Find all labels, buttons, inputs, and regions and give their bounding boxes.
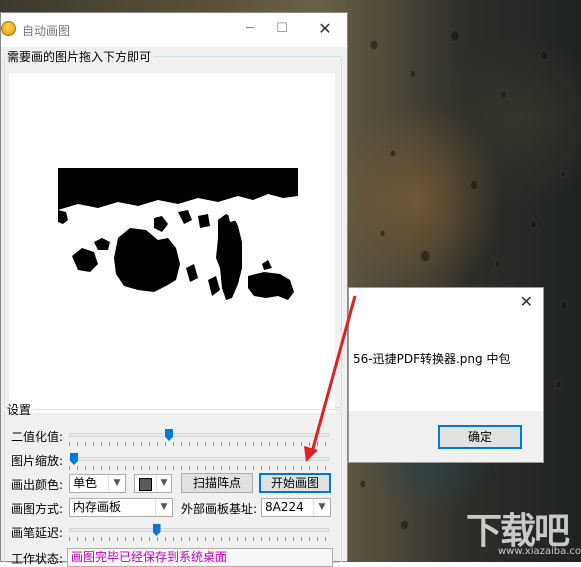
draw-mode-select[interactable]: 内存画板 ▼ [69,498,173,517]
color-picker[interactable]: ▼ [134,474,172,493]
color-swatch [139,478,152,491]
chevron-down-icon: ▼ [155,499,172,516]
delay-label: 画笔延迟: [11,526,64,540]
scan-points-button[interactable]: 扫描阵点 [181,473,253,493]
image-drop-group: 需要画的图片拖入下方即可 [4,48,342,413]
threshold-slider-ticks [69,442,329,446]
binarized-image-preview [58,168,298,308]
minimize-icon[interactable]: ─ [235,19,265,39]
app-icon [1,21,16,36]
threshold-label: 二值化值: [11,430,64,444]
ok-button[interactable]: 确定 [438,425,522,449]
color-mode-select[interactable]: 单色 ▼ [69,474,126,493]
delay-slider-thumb[interactable] [152,524,161,536]
settings-group-label: 设置 [7,403,32,417]
message-text: 56-迅捷PDF转换器.png 中包 [353,352,511,366]
close-icon[interactable]: ✕ [310,19,340,39]
external-base-label: 外部画板基址: [181,502,258,516]
message-box: ✕ 56-迅捷PDF转换器.png 中包 确定 [348,287,544,463]
chevron-down-icon: ▼ [156,475,171,492]
scale-slider-ticks [69,466,329,470]
threshold-slider[interactable] [69,429,329,441]
scale-slider[interactable] [69,453,329,465]
external-base-select[interactable]: 8A224 ▼ [261,498,331,517]
scale-slider-thumb[interactable] [70,453,78,465]
image-drop-area[interactable] [9,73,335,413]
threshold-slider-thumb[interactable] [165,429,173,441]
close-icon[interactable]: ✕ [520,292,533,311]
scale-label: 图片缩放: [11,454,64,468]
message-box-titlebar: ✕ [349,288,543,316]
chevron-down-icon: ▼ [108,475,125,492]
window-titlebar: 自动画图 ─ ☐ ✕ [1,13,347,47]
chevron-down-icon: ▼ [313,499,330,516]
window-title: 自动画图 [22,24,71,38]
status-field: 画图完毕已经保存到系统桌面 [67,548,333,567]
maximize-icon[interactable]: ☐ [267,19,297,39]
start-drawing-button[interactable]: 开始画图 [259,473,331,493]
draw-mode-label: 画图方式: [11,502,64,516]
watermark: 下载吧 www.xiazaiba.com [458,502,581,560]
settings-group: 设置 二值化值: 图片缩放: 画出颜色: 单色 ▼ ▼ 扫描阵点 开始画图 画图… [4,401,342,567]
message-box-body: 56-迅捷PDF转换器.png 中包 [349,316,543,411]
status-label: 工作状态: [11,552,64,566]
image-drop-group-label: 需要画的图片拖入下方即可 [7,50,152,64]
draw-mode-value: 内存画板 [73,500,122,514]
color-mode-value: 单色 [73,476,98,490]
color-label: 画出颜色: [11,478,64,492]
watermark-url: www.xiazaiba.com [498,546,581,557]
delay-slider[interactable] [69,524,329,536]
external-base-value: 8A224 [265,500,304,514]
auto-draw-window: 自动画图 ─ ☐ ✕ 需要画的图片拖入下方即可 设置 二值化值: 图片缩放: 画… [0,12,348,567]
delay-slider-ticks [69,537,329,541]
